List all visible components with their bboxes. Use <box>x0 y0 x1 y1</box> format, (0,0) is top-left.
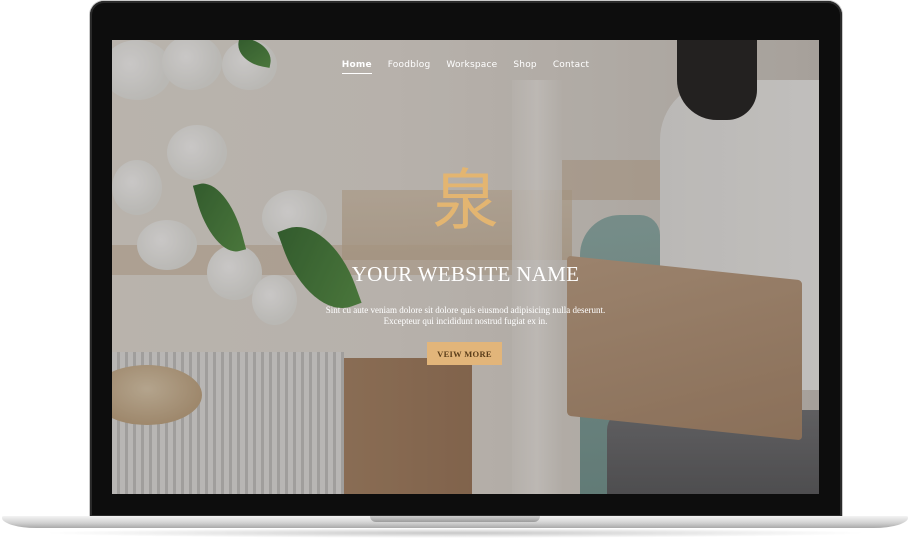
nav-item-foodblog[interactable]: Foodblog <box>388 60 431 74</box>
site-name-heading: YOUR WEBSITE NAME <box>351 262 580 286</box>
nav-item-contact[interactable]: Contact <box>553 60 589 74</box>
nav-item-workspace[interactable]: Workspace <box>446 60 497 74</box>
laptop-screen: Home Foodblog Workspace Shop Contact 泉 Y… <box>112 40 819 494</box>
laptop-base-notch <box>370 516 540 522</box>
site-logo: 泉 <box>432 162 499 239</box>
tagline-line: Excepteur qui incididunt nostrud fugiat … <box>383 316 548 326</box>
nav-item-shop[interactable]: Shop <box>513 60 536 74</box>
nav-item-home[interactable]: Home <box>341 60 372 74</box>
laptop-mockup: Home Foodblog Workspace Shop Contact 泉 Y… <box>0 0 910 542</box>
tagline-line: Sint cu aute veniam dolore sit dolore qu… <box>325 305 606 315</box>
hero-tagline: Sint cu aute veniam dolore sit dolore qu… <box>112 305 819 327</box>
laptop-shadow <box>40 528 870 538</box>
view-more-button[interactable]: VEIW MORE <box>427 342 502 365</box>
site-nav: Home Foodblog Workspace Shop Contact <box>112 60 819 74</box>
